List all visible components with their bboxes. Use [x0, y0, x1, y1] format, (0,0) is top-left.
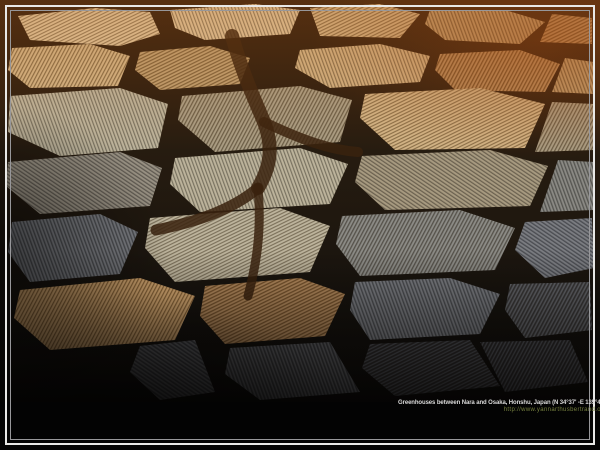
- aerial-greenhouses-photo: [0, 0, 600, 450]
- caption-url: http://www.yannarthusbertrand.org: [398, 407, 600, 414]
- caption-title: Greenhouses between Nara and Osaka, Hons…: [398, 399, 600, 407]
- desktop-wallpaper: Greenhouses between Nara and Osaka, Hons…: [0, 0, 600, 450]
- photo-caption: Greenhouses between Nara and Osaka, Hons…: [398, 399, 600, 414]
